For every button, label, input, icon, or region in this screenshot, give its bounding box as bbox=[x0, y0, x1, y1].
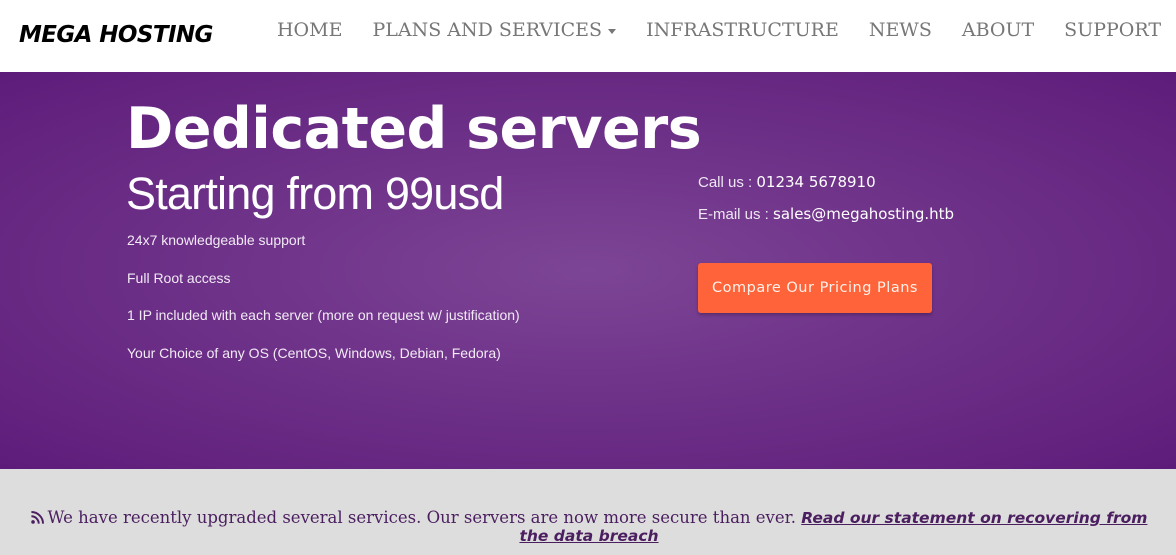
phone-line: Call us : 01234 5678910 bbox=[698, 170, 954, 202]
feature-item: 24x7 knowledgeable support bbox=[127, 232, 306, 248]
feature-item: 1 IP included with each server (more on … bbox=[127, 307, 520, 323]
nav-item-label: PLANS AND SERVICES bbox=[372, 19, 603, 41]
main-nav: HOME PLANS AND SERVICES INFRASTRUCTURE N… bbox=[262, 0, 1176, 60]
notice-bar: We have recently upgraded several servic… bbox=[0, 469, 1176, 555]
hero-section: Dedicated servers Starting from 99usd 24… bbox=[0, 72, 1176, 469]
nav-item-label: INFRASTRUCTURE bbox=[646, 19, 839, 41]
caret-down-icon bbox=[608, 28, 617, 34]
rss-icon bbox=[30, 511, 44, 524]
nav-item-support[interactable]: SUPPORT bbox=[1049, 0, 1176, 60]
nav-item-home[interactable]: HOME bbox=[262, 0, 357, 60]
nav-item-label: SUPPORT bbox=[1064, 19, 1161, 41]
hero-title: Dedicated servers bbox=[126, 96, 702, 162]
compare-pricing-button[interactable]: Compare Our Pricing Plans bbox=[698, 263, 932, 313]
nav-item-plans-and-services[interactable]: PLANS AND SERVICES bbox=[357, 0, 631, 60]
feature-list: 24x7 knowledgeable support Full Root acc… bbox=[127, 228, 520, 378]
nav-item-label: HOME bbox=[276, 19, 343, 41]
contact-info: Call us : 01234 5678910 E-mail us : sale… bbox=[698, 170, 954, 234]
email-address[interactable]: sales@megahosting.htb bbox=[773, 205, 954, 223]
notice-text: We have recently upgraded several servic… bbox=[47, 508, 802, 527]
nav-item-about[interactable]: ABOUT bbox=[947, 0, 1049, 60]
notice-message: We have recently upgraded several servic… bbox=[14, 509, 1164, 545]
nav-item-infrastructure[interactable]: INFRASTRUCTURE bbox=[631, 0, 854, 60]
feature-item: Full Root access bbox=[127, 269, 231, 286]
top-navbar: MEGA HOSTING HOME PLANS AND SERVICES INF… bbox=[0, 0, 1176, 72]
phone-label: Call us : bbox=[698, 174, 757, 191]
email-line: E-mail us : sales@megahosting.htb bbox=[698, 202, 954, 234]
feature-item: Your Choice of any OS (CentOS, Windows, … bbox=[127, 344, 501, 361]
phone-number: 01234 5678910 bbox=[756, 173, 876, 191]
nav-item-news[interactable]: NEWS bbox=[854, 0, 947, 60]
nav-item-label: ABOUT bbox=[961, 19, 1035, 41]
nav-item-label: NEWS bbox=[868, 19, 932, 41]
brand-logo[interactable]: MEGA HOSTING bbox=[19, 20, 213, 50]
hero-subtitle: Starting from 99usd bbox=[126, 168, 504, 219]
email-label: E-mail us : bbox=[698, 206, 774, 223]
